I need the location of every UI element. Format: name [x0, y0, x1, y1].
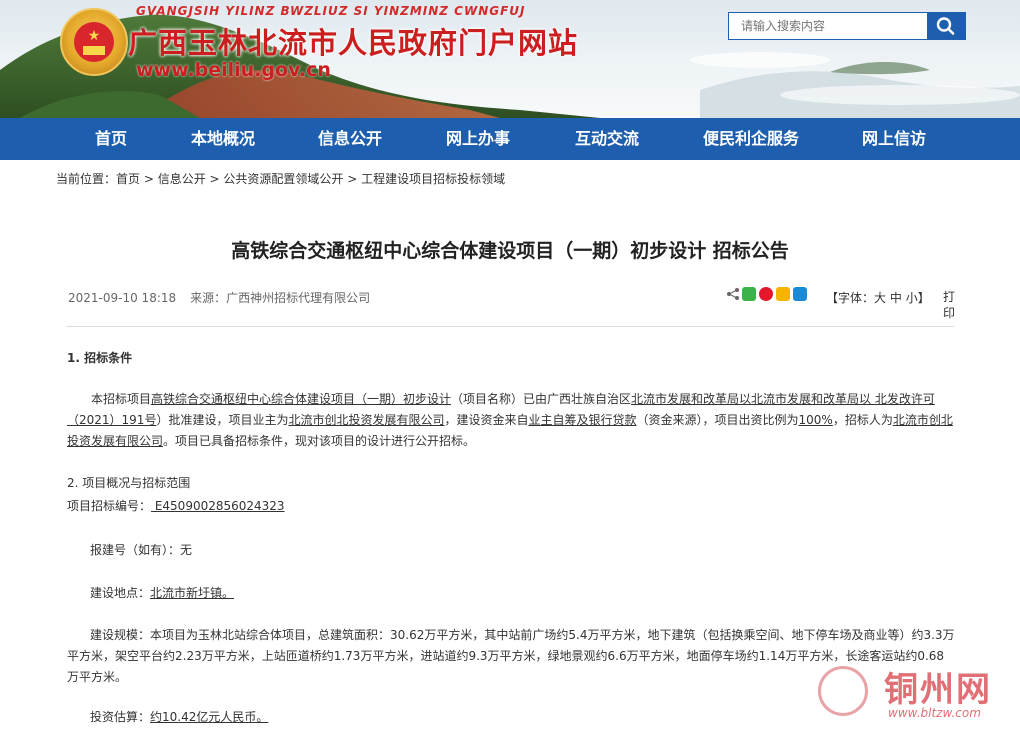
watermark: 铜州网 www.bltzw.com	[818, 664, 1014, 724]
text: （资金来源），项目出资比例为	[636, 413, 799, 427]
breadcrumb-separator: >	[140, 172, 158, 186]
project-number-label: 项目招标编号：	[67, 499, 152, 513]
qq-icon[interactable]	[793, 287, 807, 301]
text: 本招标项目	[91, 392, 152, 406]
nav-item-convenience-services[interactable]: 便民利企服务	[703, 118, 799, 160]
nav-item-home[interactable]: 首页	[95, 118, 127, 160]
nav-item-online-services[interactable]: 网上办事	[446, 118, 510, 160]
nav-item-interaction[interactable]: 互动交流	[575, 118, 639, 160]
font-size-small[interactable]: 小	[906, 291, 918, 305]
text: 。项目已具备招标条件，现对该项目的设计进行公开招标。	[163, 434, 476, 448]
breadcrumb-link-info[interactable]: 信息公开	[158, 172, 206, 186]
funding-ratio: 100%	[798, 413, 833, 427]
project-number-line: 项目招标编号： E4509002856024323	[67, 497, 285, 514]
share-icon[interactable]	[726, 287, 740, 301]
text: ，招标人为	[832, 413, 893, 427]
site-pinyin: GVANGJSIH YILINZ BWZLIUZ SI YINZMINZ CWN…	[136, 4, 526, 18]
article-source: 来源：广西神州招标代理有限公司	[190, 291, 371, 305]
search-input[interactable]	[729, 13, 937, 39]
font-size-label: 【字体：	[826, 291, 875, 305]
funding-source: 业主自筹及银行贷款	[528, 413, 637, 427]
article-meta: 2021-09-10 18:18 来源：广西神州招标代理有限公司	[68, 289, 370, 306]
section-heading-project-overview: 2. 项目概况与招标范围	[67, 476, 191, 490]
weibo-icon[interactable]	[759, 287, 773, 301]
breadcrumb-link-bidding[interactable]: 工程建设项目招标投标领域	[361, 172, 505, 186]
wechat-icon[interactable]	[742, 287, 756, 301]
location-value: 北流市新圩镇。	[150, 586, 235, 600]
font-size-medium[interactable]: 中	[890, 291, 902, 305]
nav-item-online-petition[interactable]: 网上信访	[862, 118, 926, 160]
watermark-logo-icon	[818, 666, 868, 716]
location-label: 建设地点：	[90, 586, 151, 600]
investment-value: 约10.42亿元人民币。	[150, 710, 269, 724]
font-size-close: 】	[917, 291, 930, 305]
site-title: 广西玉林北流市人民政府门户网站	[128, 26, 579, 60]
watermark-url: www.bltzw.com	[888, 706, 981, 720]
breadcrumb: 当前位置：首页 > 信息公开 > 公共资源配置领域公开 > 工程建设项目招标投标…	[56, 170, 505, 187]
report-number-value: 无	[180, 543, 193, 557]
report-number-line: 报建号（如有）：无	[90, 541, 192, 558]
site-url: www.beiliu.gov.cn	[136, 59, 331, 81]
font-size-large[interactable]: 大	[874, 291, 886, 305]
search-box	[728, 12, 966, 40]
text: ，建设资金来自	[444, 413, 529, 427]
qzone-icon[interactable]	[776, 287, 790, 301]
scale-label: 建设规模：	[90, 628, 151, 642]
text: （项目名称）已由广西壮族自治区	[451, 392, 632, 406]
project-number-value: E4509002856024323	[151, 499, 285, 513]
breadcrumb-link-public-resources[interactable]: 公共资源配置领域公开	[223, 172, 343, 186]
investment-label: 投资估算：	[90, 710, 151, 724]
location-line: 建设地点：北流市新圩镇。	[90, 584, 234, 601]
publish-date: 2021-09-10 18:18	[68, 291, 177, 305]
project-name: 高铁综合交通枢纽中心综合体建设项目（一期）初步设计	[151, 392, 452, 406]
investment-line: 投资估算：约10.42亿元人民币。	[90, 708, 268, 725]
font-size-control: 【字体：大 中 小】	[826, 289, 930, 306]
divider	[66, 326, 954, 327]
breadcrumb-separator: >	[205, 172, 224, 186]
search-icon	[936, 17, 955, 35]
project-owner: 北流市创北投资发展有限公司	[288, 413, 445, 427]
nav-item-local-overview[interactable]: 本地概况	[191, 118, 255, 160]
breadcrumb-prefix: 当前位置：	[56, 172, 117, 186]
search-button[interactable]	[927, 13, 965, 39]
print-button[interactable]: 打印	[943, 289, 957, 321]
section-heading-bidding-conditions: 1. 招标条件	[67, 351, 133, 365]
article-title: 高铁综合交通枢纽中心综合体建设项目（一期）初步设计 招标公告	[231, 240, 789, 262]
national-emblem-icon: ★	[60, 8, 128, 76]
bidding-conditions-paragraph: 本招标项目高铁综合交通枢纽中心综合体建设项目（一期）初步设计（项目名称）已由广西…	[67, 389, 955, 452]
nav-item-info-disclosure[interactable]: 信息公开	[318, 118, 382, 160]
main-nav: 首页 本地概况 信息公开 网上办事 互动交流 便民利企服务 网上信访	[0, 118, 1020, 160]
breadcrumb-link-home[interactable]: 首页	[116, 172, 140, 186]
report-number-label: 报建号（如有）：	[90, 543, 181, 557]
text: ）批准建设，项目业主为	[156, 413, 289, 427]
header-banner: ★ GVANGJSIH YILINZ BWZLIUZ SI YINZMINZ C…	[0, 0, 1020, 118]
watermark-text: 铜州网	[884, 670, 992, 710]
breadcrumb-separator: >	[343, 172, 362, 186]
